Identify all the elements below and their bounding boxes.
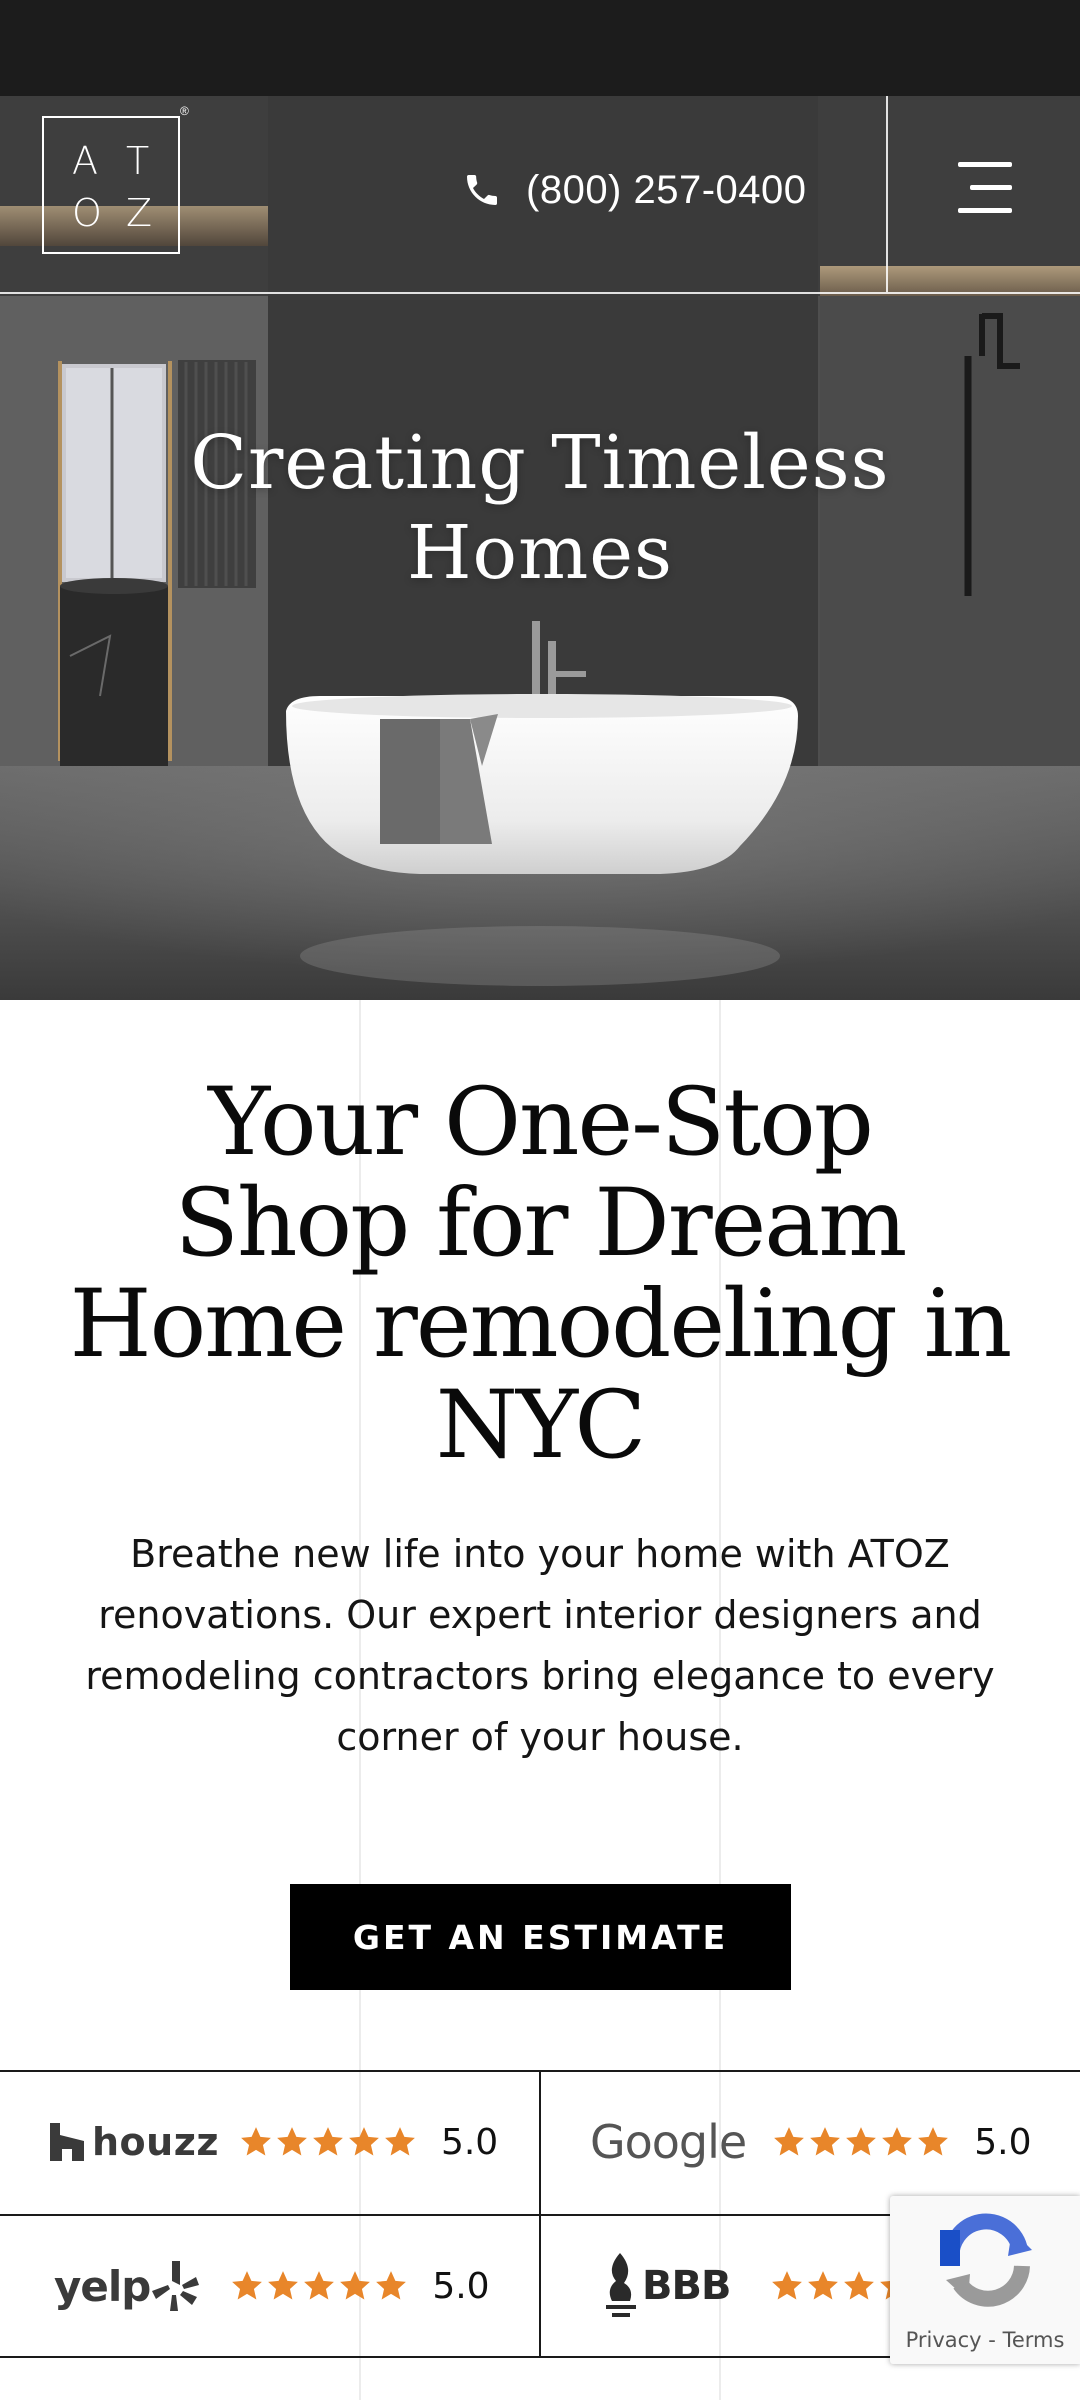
star-icon (808, 2271, 839, 2300)
registered-mark: ® (180, 104, 189, 118)
phone-number: (800) 257-0400 (526, 167, 807, 212)
star-icon (241, 2127, 271, 2156)
site-header: A T O Z ® (800) 257-0400 (0, 96, 1080, 294)
hero-title: Creating Timeless Homes (0, 418, 1080, 598)
star-icon (277, 2127, 307, 2156)
hero-title-line-2: Homes (406, 510, 674, 596)
phone-link[interactable]: (800) 257-0400 (462, 160, 807, 220)
star-icon (232, 2271, 263, 2300)
star-icon (846, 2127, 877, 2156)
star-icon (810, 2127, 841, 2156)
star-icon (304, 2271, 335, 2300)
menu-icon-bar (970, 185, 1012, 190)
google-label: Google (590, 2115, 747, 2169)
google-stars (772, 2125, 952, 2159)
rating-yelp[interactable]: yelp 5.0 (54, 2214, 490, 2358)
yelp-score: 5.0 (432, 2265, 490, 2307)
houzz-logo-icon (50, 2123, 84, 2161)
status-bar (0, 0, 1080, 96)
rating-houzz[interactable]: houzz 5.0 (50, 2070, 498, 2214)
yelp-burst-icon (152, 2261, 200, 2311)
star-icon (376, 2271, 407, 2300)
heading-line-4: NYC (435, 1371, 647, 1480)
header-divider (886, 96, 888, 292)
logo-letter-o: O (72, 191, 102, 235)
star-icon (313, 2127, 343, 2156)
terms-link[interactable]: Terms (1003, 2328, 1065, 2352)
star-icon (882, 2127, 913, 2156)
privacy-link[interactable]: Privacy (906, 2328, 982, 2352)
star-icon (385, 2127, 415, 2156)
recaptcha-separator: - (981, 2328, 1003, 2352)
logo-letter-a: A (72, 139, 98, 183)
logo-letter-z: Z (126, 191, 153, 235)
bbb-label: BBB (642, 2263, 731, 2309)
star-icon (349, 2127, 379, 2156)
phone-icon (467, 175, 497, 205)
get-estimate-button[interactable]: GET AN ESTIMATE (290, 1884, 791, 1990)
intro-description: Breathe new life into your home with ATO… (85, 1532, 995, 1759)
heading-line-2: Shop for Dream (174, 1169, 908, 1278)
atoz-logo[interactable]: A T O Z (42, 116, 180, 254)
star-icon (772, 2271, 803, 2300)
hero-title-line-1: Creating Timeless (190, 420, 890, 506)
rating-google[interactable]: Google 5.0 (590, 2070, 1031, 2214)
houzz-score: 5.0 (440, 2121, 499, 2163)
recaptcha-icon (940, 2213, 1032, 2307)
logo-letter-t: T (126, 139, 150, 183)
recaptcha-links: Privacy - Terms (890, 2328, 1080, 2352)
star-icon (774, 2127, 805, 2156)
houzz-stars (239, 2125, 419, 2159)
star-icon (268, 2271, 299, 2300)
star-icon (844, 2271, 875, 2300)
google-score: 5.0 (974, 2121, 1032, 2163)
bbb-torch-icon (606, 2253, 636, 2317)
star-icon (918, 2127, 949, 2156)
yelp-label: yelp (54, 2261, 151, 2311)
main-heading: Your One-Stop Shop for Dream Home remode… (40, 1072, 1040, 1476)
menu-button[interactable] (952, 162, 1012, 214)
menu-icon (958, 162, 1012, 167)
heading-line-1: Your One-Stop (208, 1068, 874, 1177)
menu-icon-bar (958, 208, 1012, 213)
star-icon (340, 2271, 371, 2300)
heading-line-3: Home remodeling in (69, 1270, 1013, 1379)
recaptcha-badge[interactable]: Privacy - Terms (890, 2196, 1080, 2364)
yelp-stars (230, 2269, 410, 2303)
hero-section: A T O Z ® (800) 257-0400 Creating Timele… (0, 96, 1080, 1000)
houzz-label: houzz (92, 2120, 219, 2164)
ratings-divider (539, 2070, 541, 2358)
